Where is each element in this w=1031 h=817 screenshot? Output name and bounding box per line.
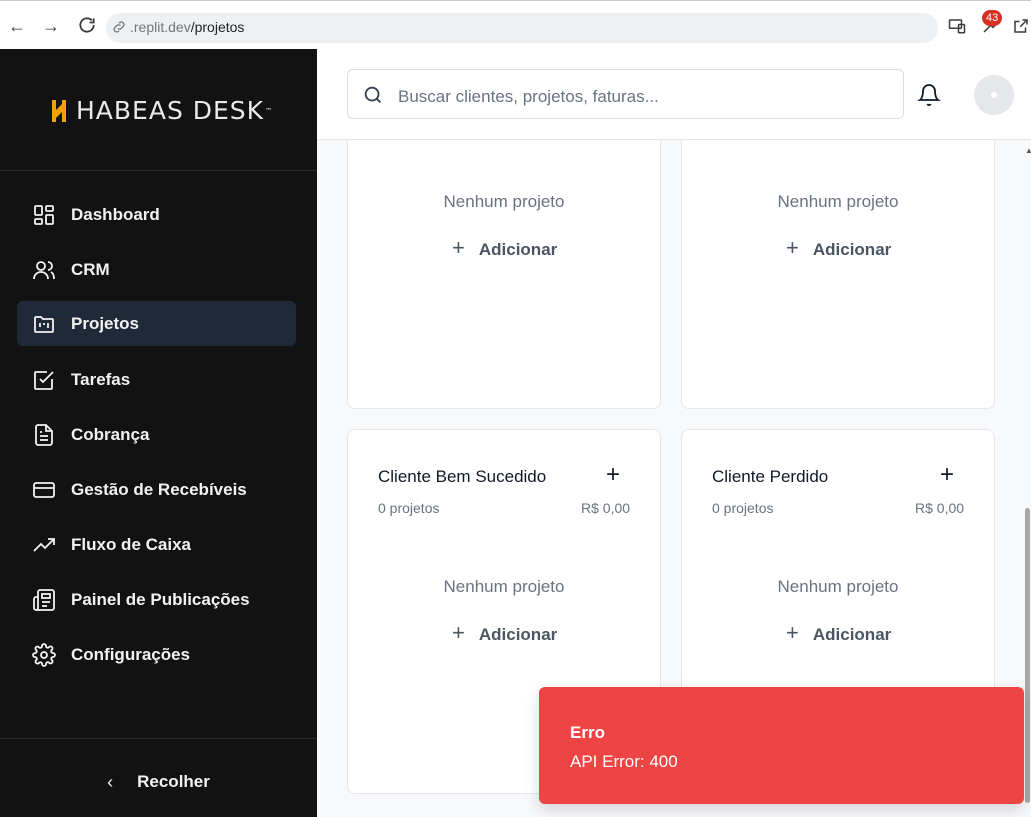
add-project-button[interactable]: + Adicionar	[786, 620, 891, 646]
plus-icon: +	[452, 235, 465, 260]
sidebar-item-fluxo-caixa[interactable]: Fluxo de Caixa	[17, 522, 296, 567]
empty-state-text: Nenhum projeto	[443, 192, 565, 211]
folder-kanban-icon	[34, 315, 54, 333]
empty-state-text: Nenhum projeto	[443, 577, 565, 596]
chevron-left-icon: ‹	[107, 771, 114, 792]
empty-state-text: Nenhum projeto	[777, 192, 899, 211]
sidebar-divider	[0, 738, 317, 739]
column-title: Cliente Perdido	[712, 467, 829, 486]
devices-icon[interactable]	[947, 17, 967, 37]
plus-icon: +	[786, 235, 799, 260]
add-project-button[interactable]: + Adicionar	[786, 235, 891, 261]
add-label: Adicionar	[812, 240, 892, 259]
link-icon	[111, 19, 127, 40]
external-link-icon[interactable]	[1011, 17, 1031, 37]
column-amount: R$ 0,00	[915, 500, 965, 516]
column-title: Cliente Bem Sucedido	[378, 467, 547, 486]
add-project-button[interactable]: + Adicionar	[452, 620, 557, 646]
plus-icon: +	[786, 620, 799, 645]
newspaper-icon	[33, 588, 55, 611]
checkbox-icon	[34, 370, 54, 390]
collapse-label: Recolher	[137, 772, 210, 791]
column-amount: R$ 0,00	[581, 500, 631, 516]
trending-up-icon	[33, 537, 55, 552]
logo-trademark: ™	[265, 106, 274, 115]
scrollbar-thumb[interactable]	[1025, 508, 1030, 803]
toast-message: API Error: 400	[570, 752, 678, 771]
sidebar-item-projetos[interactable]: Projetos	[17, 301, 296, 346]
add-column-project-button[interactable]: +	[606, 463, 620, 487]
sidebar-divider	[0, 170, 317, 171]
sidebar-item-label: Painel de Publicações	[71, 589, 250, 609]
sidebar-item-configuracoes[interactable]: Configurações	[17, 632, 296, 677]
back-icon[interactable]: ←	[6, 15, 28, 37]
gear-icon	[32, 642, 56, 667]
add-column-project-button[interactable]: +	[940, 463, 954, 487]
error-toast[interactable]: Erro API Error: 400	[539, 687, 1024, 804]
project-count: 0 projetos	[378, 500, 440, 516]
sidebar-item-crm[interactable]: CRM	[17, 247, 296, 292]
toast-title: Erro	[570, 723, 605, 742]
collapse-sidebar-button[interactable]: ‹ Recolher	[0, 760, 317, 804]
sidebar-item-painel-publicacoes[interactable]: Painel de Publicações	[17, 577, 296, 622]
search-icon	[364, 86, 381, 103]
sidebar-item-label: Projetos	[71, 313, 140, 333]
sidebar-item-gestao-recebiveis[interactable]: Gestão de Recebíveis	[17, 467, 296, 512]
reload-icon[interactable]	[76, 15, 98, 37]
credit-card-icon	[33, 481, 55, 498]
scroll-up-arrow[interactable]: ▲	[1025, 146, 1031, 155]
empty-state-text: Nenhum projeto	[777, 577, 899, 596]
sidebar-item-cobranca[interactable]: Cobrança	[17, 412, 296, 457]
kanban-column	[681, 120, 995, 409]
sidebar-item-label: Fluxo de Caixa	[71, 534, 191, 554]
add-label: Adicionar	[812, 625, 892, 644]
sidebar-item-label: CRM	[71, 259, 110, 279]
browser-toolbar: ← → .replit.dev/projetos 43	[0, 0, 1031, 49]
plus-icon: +	[452, 620, 465, 645]
sidebar-item-dashboard[interactable]: Dashboard	[17, 192, 296, 237]
search-placeholder: Buscar clientes, projetos, faturas...	[398, 87, 659, 106]
add-label: Adicionar	[478, 240, 558, 259]
logo-text: HABEAS DESK	[76, 96, 265, 125]
sidebar-item-label: Cobrança	[71, 424, 150, 444]
bell-icon[interactable]	[917, 83, 941, 107]
dashboard-icon	[34, 204, 54, 225]
add-label: Adicionar	[478, 625, 558, 644]
app-logo[interactable]: HABEAS DESK ™	[50, 96, 273, 125]
users-icon	[33, 260, 55, 279]
avatar[interactable]	[974, 75, 1014, 115]
kanban-column	[347, 120, 661, 409]
project-count: 0 projetos	[712, 500, 774, 516]
sidebar-item-label: Configurações	[71, 644, 191, 664]
file-text-icon	[35, 423, 53, 446]
sidebar-item-label: Gestão de Recebíveis	[71, 479, 247, 499]
sidebar-item-label: Tarefas	[71, 369, 131, 389]
extension-badge: 43	[982, 10, 1003, 26]
sidebar-item-tarefas[interactable]: Tarefas	[17, 357, 296, 402]
url-text: .replit.dev/projetos	[130, 19, 245, 35]
sidebar-item-label: Dashboard	[71, 204, 160, 224]
habeas-logo-icon	[52, 99, 66, 122]
forward-icon[interactable]: →	[40, 15, 62, 37]
add-project-button[interactable]: + Adicionar	[452, 235, 557, 261]
